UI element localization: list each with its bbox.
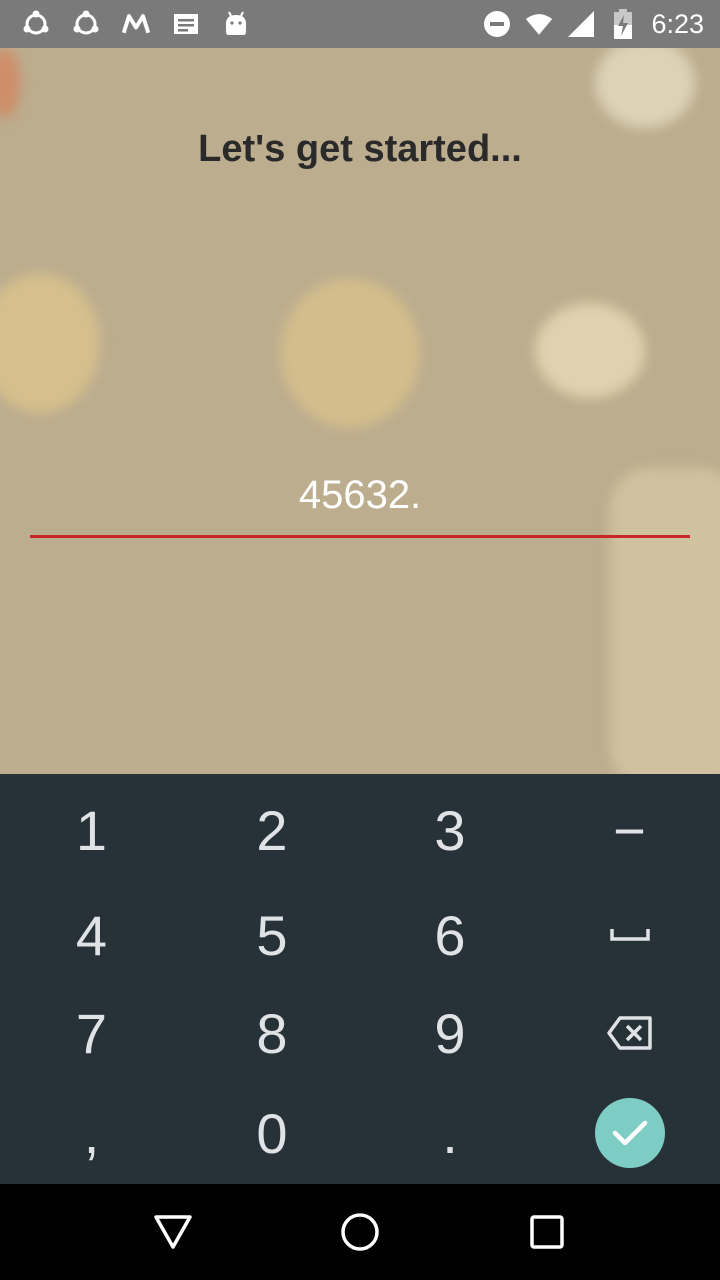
page-title: Let's get started...	[198, 128, 522, 170]
bokeh-decoration	[0, 48, 20, 118]
numeric-keyboard: 1 2 3 − 4 5 6 7 8 9 , 0 .	[0, 774, 720, 1184]
back-button[interactable]	[143, 1202, 203, 1262]
home-button[interactable]	[330, 1202, 390, 1262]
key-enter[interactable]	[539, 1082, 720, 1184]
share-icon	[72, 10, 100, 38]
bokeh-decoration	[535, 303, 645, 398]
key-0[interactable]: 0	[183, 1082, 361, 1184]
enter-button[interactable]	[594, 1098, 665, 1168]
number-input[interactable]	[30, 458, 690, 532]
key-minus[interactable]: −	[539, 774, 720, 886]
notification-icons	[0, 10, 250, 38]
back-icon	[154, 1215, 193, 1249]
status-bar: 6:23	[0, 0, 720, 48]
bokeh-decoration	[280, 278, 420, 428]
recents-icon	[529, 1215, 564, 1249]
key-5[interactable]: 5	[183, 886, 361, 984]
key-3[interactable]: 3	[361, 774, 539, 886]
system-icons: 6:23	[483, 9, 720, 40]
home-icon	[341, 1213, 379, 1251]
share-icon	[22, 10, 50, 38]
android-icon	[222, 10, 250, 38]
battery-charging-icon	[609, 9, 637, 39]
input-underline	[30, 535, 690, 538]
key-space[interactable]	[539, 886, 720, 984]
key-period[interactable]: .	[361, 1082, 539, 1184]
recents-button[interactable]	[517, 1202, 577, 1262]
wifi-icon	[525, 10, 553, 38]
key-comma[interactable]: ,	[0, 1082, 183, 1184]
do-not-disturb-icon	[483, 10, 511, 38]
number-field[interactable]	[30, 458, 690, 538]
status-time: 6:23	[651, 8, 704, 39]
moto-icon	[122, 10, 150, 38]
key-6[interactable]: 6	[361, 886, 539, 984]
space-icon	[609, 929, 650, 941]
check-icon	[612, 1120, 647, 1146]
navigation-bar	[0, 1184, 720, 1280]
key-backspace[interactable]	[539, 984, 720, 1082]
key-9[interactable]: 9	[361, 984, 539, 1082]
key-8[interactable]: 8	[183, 984, 361, 1082]
key-7[interactable]: 7	[0, 984, 183, 1082]
backspace-icon	[606, 1016, 652, 1050]
news-icon	[172, 10, 200, 38]
key-4[interactable]: 4	[0, 886, 183, 984]
bokeh-decoration	[0, 273, 100, 413]
bokeh-decoration	[595, 48, 695, 128]
cell-signal-icon	[567, 10, 595, 38]
background-area: Let's get started...	[0, 48, 720, 774]
key-1[interactable]: 1	[0, 774, 183, 886]
key-2[interactable]: 2	[183, 774, 361, 886]
